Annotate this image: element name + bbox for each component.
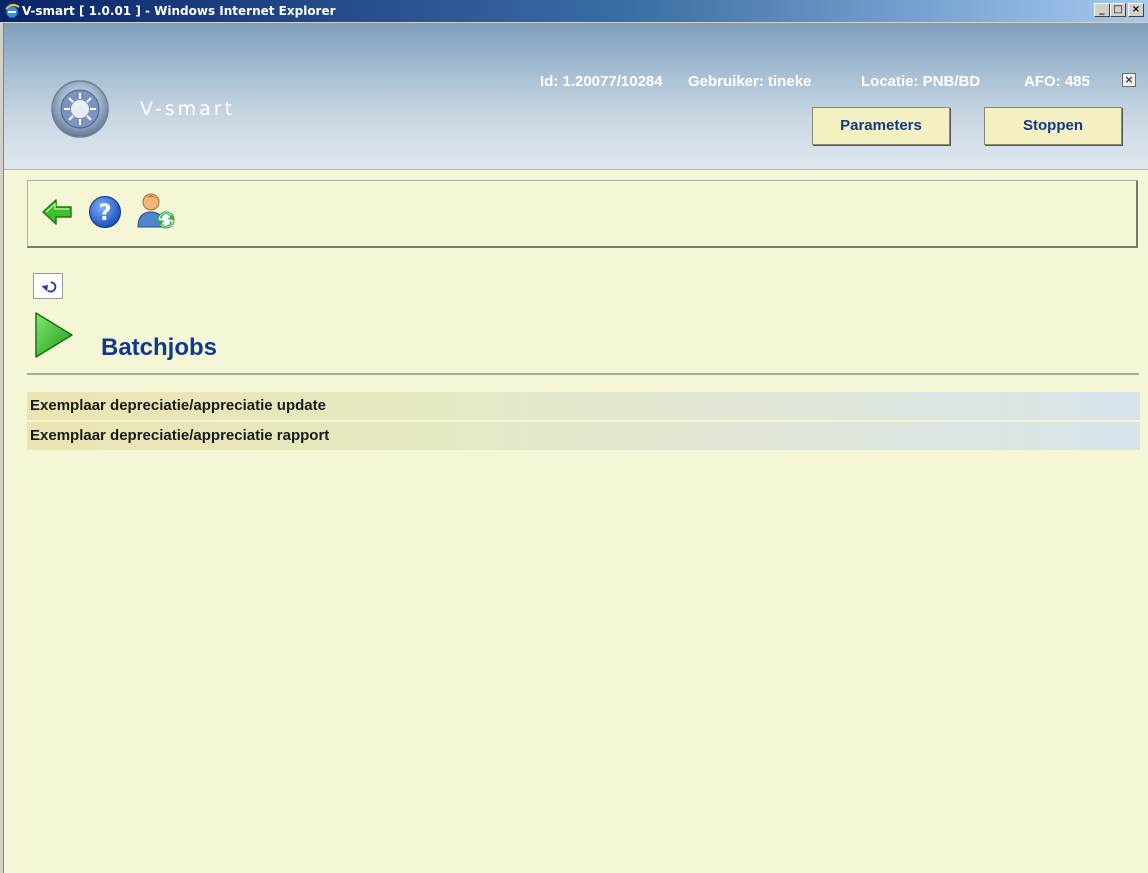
page-title: Batchjobs: [101, 334, 218, 361]
help-icon[interactable]: ?: [88, 195, 122, 229]
close-session-button[interactable]: ×: [1122, 73, 1136, 87]
brand-name: V-smart: [140, 98, 236, 120]
parameters-button[interactable]: Parameters: [812, 107, 950, 145]
svg-text:?: ?: [99, 201, 112, 226]
batch-job-item-report[interactable]: Exemplaar depreciatie/appreciatie rappor…: [27, 422, 1140, 450]
switch-user-icon[interactable]: [136, 191, 176, 231]
back-arrow-icon[interactable]: [40, 195, 74, 229]
minimize-button[interactable]: _: [1094, 3, 1110, 17]
batch-job-list: Exemplaar depreciatie/appreciatie update…: [27, 392, 1140, 452]
app-header: V-smart Id: 1.20077/10284 Gebruiker: tin…: [4, 23, 1148, 170]
window-title: V-smart [ 1.0.01 ] - Windows Internet Ex…: [22, 4, 336, 18]
undo-button[interactable]: [33, 273, 63, 299]
vsmart-logo-icon: [51, 80, 109, 138]
undo-icon: [41, 281, 57, 293]
section-divider: [27, 373, 1139, 375]
session-afo: AFO: 485: [1024, 73, 1090, 90]
toolbar: ?: [27, 180, 1138, 248]
stop-button[interactable]: Stoppen: [984, 107, 1122, 145]
close-window-button[interactable]: ×: [1128, 3, 1144, 17]
maximize-button[interactable]: □: [1110, 3, 1126, 17]
session-id: Id: 1.20077/10284: [540, 73, 663, 90]
session-location: Locatie: PNB/BD: [861, 73, 981, 90]
session-user: Gebruiker: tineke: [688, 73, 812, 90]
internet-explorer-icon: [5, 3, 20, 19]
batch-job-item-update[interactable]: Exemplaar depreciatie/appreciatie update: [27, 392, 1140, 420]
play-icon: [35, 312, 73, 358]
window-title-bar: V-smart [ 1.0.01 ] - Windows Internet Ex…: [0, 0, 1148, 23]
